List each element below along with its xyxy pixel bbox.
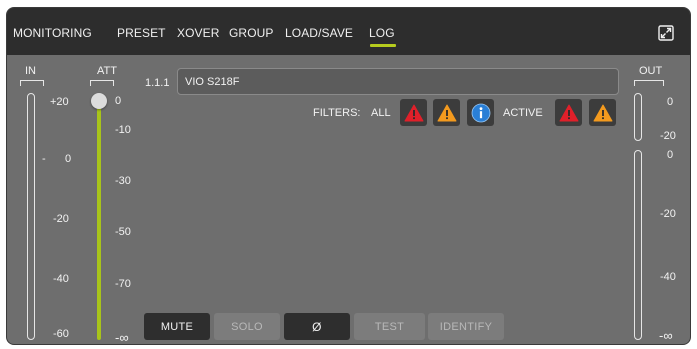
in-meter-label: IN [25,65,36,77]
device-name-field[interactable] [177,68,619,95]
in-level-meter [27,93,35,340]
att-scale-tick: -70 [115,278,131,290]
in-scale-tick: -20 [53,213,69,225]
att-label: ATT [97,65,117,77]
tab-log[interactable]: LOG [369,26,395,40]
expand-icon[interactable] [658,25,674,41]
filter-all-warning-button[interactable] [433,99,460,126]
tab-load-save[interactable]: LOAD/SAVE [285,26,353,40]
tab-xover[interactable]: XOVER [177,26,220,40]
filters-label: FILTERS: [313,107,361,119]
att-scale-tick: 0 [115,95,122,107]
active-tab-indicator [370,44,396,47]
device-id: 1.1.1 [145,77,170,89]
warning-icon [593,104,612,121]
out-top-scale-tick: 0 [667,96,674,108]
in-scale-tick: +20 [50,96,69,108]
filter-active-error-button[interactable] [555,99,582,126]
in-scale-tick: 0 [65,153,72,165]
in-meter-bracket [20,80,44,86]
att-bracket [90,80,114,86]
att-fader-track[interactable] [97,104,101,340]
filters-active-label: ACTIVE [503,107,543,119]
filter-all-error-button[interactable] [400,99,427,126]
filter-all-info-button[interactable] [467,99,494,126]
out-top-scale-tick: -20 [660,130,676,142]
identify-button[interactable]: IDENTIFY [428,313,504,340]
error-icon [404,104,423,121]
att-scale-tick: -30 [115,175,131,187]
mute-button[interactable]: MUTE [144,313,210,340]
info-icon [471,103,490,122]
error-icon [559,104,578,121]
out-limiter-meter [634,93,642,141]
in-zero-marker: - [42,153,46,165]
in-scale-tick: -60 [53,328,69,340]
out-level-meter [634,150,642,340]
out-scale-tick: 0 [667,149,674,161]
out-meter-label: OUT [639,65,663,77]
test-button[interactable]: TEST [354,313,425,340]
tab-group[interactable]: GROUP [229,26,274,40]
phase-invert-button[interactable]: Ø [284,313,350,340]
out-meter-bracket [634,80,664,86]
top-navbar: MONITORING PRESET XOVER GROUP LOAD/SAVE … [7,8,690,55]
filter-active-warning-button[interactable] [589,99,616,126]
att-scale-tick: -∞ [115,330,129,344]
filters-all-label: ALL [371,107,391,119]
out-scale-tick: -40 [660,271,676,283]
tab-preset[interactable]: PRESET [117,26,166,40]
solo-button[interactable]: SOLO [214,313,280,340]
in-scale-tick: -40 [53,273,69,285]
out-scale-tick: -20 [660,208,676,220]
out-scale-tick: -∞ [659,328,673,343]
att-scale-tick: -50 [115,226,131,238]
log-panel-window: MONITORING PRESET XOVER GROUP LOAD/SAVE … [7,8,690,344]
att-fader-knob[interactable] [91,93,107,109]
warning-icon [437,104,456,121]
tab-monitoring[interactable]: MONITORING [13,26,92,40]
att-scale-tick: -10 [115,124,131,136]
